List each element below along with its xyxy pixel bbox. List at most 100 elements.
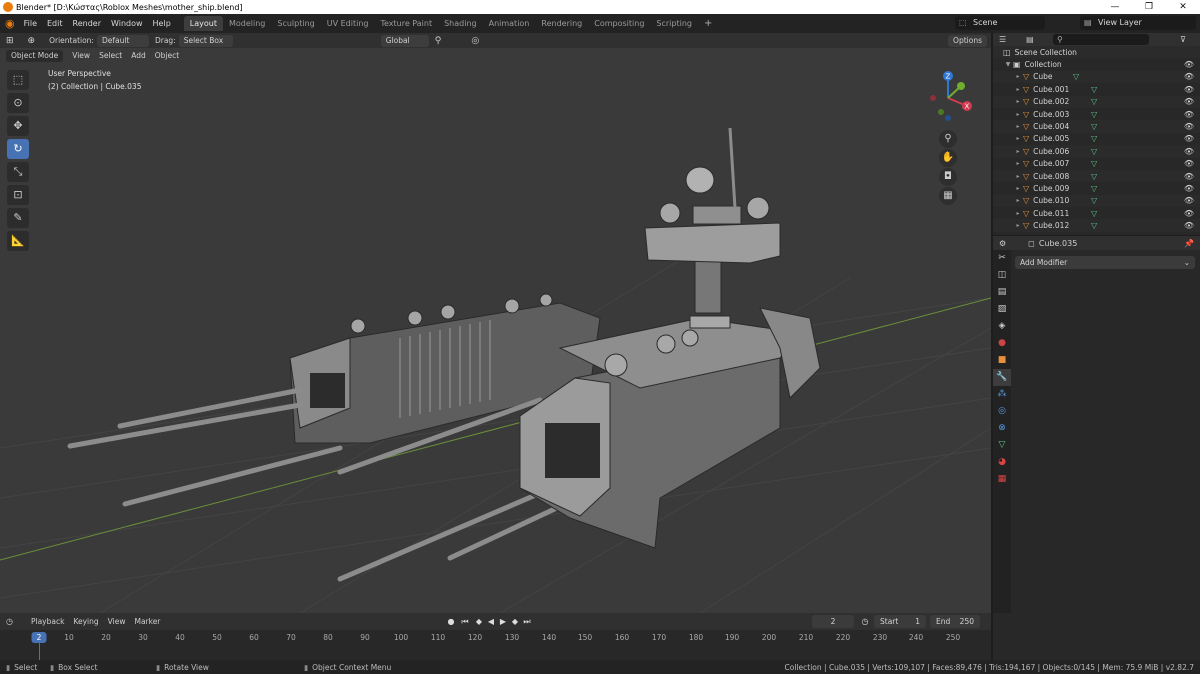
clock-icon[interactable]: ◷ (860, 616, 870, 627)
jump-start-icon[interactable]: ⏮ (460, 616, 470, 627)
pan-hand-icon[interactable]: ✋ (939, 149, 957, 167)
add-workspace-button[interactable]: + (698, 18, 718, 29)
outliner-object[interactable]: ▸ ▽ Cube.006 ▽ 👁 (993, 145, 1200, 158)
menu-timeline-view[interactable]: View (108, 617, 126, 626)
record-icon[interactable]: ● (446, 616, 456, 627)
next-keyframe-icon[interactable]: ◆ (510, 616, 520, 627)
visibility-eye-icon[interactable]: 👁 (1184, 97, 1194, 106)
menu-select[interactable]: Select (99, 51, 122, 60)
visibility-eye-icon[interactable]: 👁 (1184, 134, 1194, 143)
outliner-object[interactable]: ▸ ▽ Cube.005 ▽ 👁 (993, 133, 1200, 145)
menu-marker[interactable]: Marker (134, 617, 160, 626)
measure-tool[interactable]: 📐 (7, 231, 29, 251)
tab-shading[interactable]: Shading (438, 16, 483, 31)
tab-animation[interactable]: Animation (483, 16, 536, 31)
visibility-eye-icon[interactable]: 👁 (1184, 221, 1194, 230)
3d-viewport[interactable]: Object Mode View Select Add Object User … (0, 48, 991, 613)
display-mode-icon[interactable]: ▤ (1026, 35, 1034, 44)
menu-add[interactable]: Add (131, 51, 146, 60)
menu-view[interactable]: View (72, 51, 90, 60)
menu-keying[interactable]: Keying (73, 617, 98, 626)
jump-end-icon[interactable]: ⏭ (522, 616, 532, 627)
outliner-object[interactable]: ▸ ▽ Cube.012 ▽ 👁 (993, 219, 1200, 232)
end-frame-field[interactable]: End 250 (930, 615, 980, 628)
outliner-object[interactable]: ▸ ▽ Cube.002 ▽ 👁 (993, 95, 1200, 108)
cursor-tool[interactable]: ⊙ (7, 93, 29, 113)
proportional-edit-icon[interactable]: ◎ (471, 36, 479, 46)
data-tab-icon[interactable]: ▽ (993, 437, 1011, 454)
menu-file[interactable]: File (19, 19, 42, 28)
select-tool[interactable]: ⬚ (7, 70, 29, 90)
menu-help[interactable]: Help (148, 19, 176, 28)
transform-orientation-dropdown[interactable]: Global (380, 34, 429, 47)
y-axis-icon[interactable] (957, 82, 965, 90)
navigation-gizmo[interactable]: Z X ⚲ ✋ ◘ ▦ (921, 68, 981, 218)
visibility-eye-icon[interactable]: 👁 (1184, 196, 1194, 205)
minimize-button[interactable]: — (1098, 0, 1132, 14)
options-dropdown[interactable]: Options (948, 34, 987, 47)
orientation-dropdown[interactable]: Default (96, 34, 149, 47)
perspective-grid-icon[interactable]: ▦ (939, 187, 957, 205)
modifier-tab-icon[interactable]: 🔧 (993, 369, 1011, 386)
timeline-ruler[interactable]: 2 10 20 30 40 50 60 70 80 90 100 110 120… (0, 630, 991, 660)
visibility-eye-icon[interactable]: 👁 (1184, 184, 1194, 193)
tab-texture-paint[interactable]: Texture Paint (374, 16, 438, 31)
outliner-object[interactable]: ▸ ▽ Cube.007 ▽ 👁 (993, 158, 1200, 170)
outliner-object[interactable]: ▸ ▽ Cube.001 ▽ 👁 (993, 83, 1200, 95)
menu-render[interactable]: Render (68, 19, 106, 28)
filter-icon[interactable]: ⊽ (1180, 35, 1186, 44)
visibility-eye-icon[interactable]: 👁 (1184, 60, 1194, 69)
zoom-icon[interactable]: ⚲ (939, 130, 957, 148)
object-tab-icon[interactable]: ■ (993, 352, 1011, 369)
view-layer-tab-icon[interactable]: ▨ (993, 301, 1011, 318)
tab-sculpting[interactable]: Sculpting (271, 16, 320, 31)
object-mode-dropdown[interactable]: Object Mode (6, 49, 64, 62)
maximize-button[interactable]: ❐ (1132, 0, 1166, 14)
tool-tab-icon[interactable]: ✂ (993, 250, 1011, 267)
scene-selector[interactable]: ⬚ Scene (955, 16, 1045, 30)
output-tab-icon[interactable]: ▤ (993, 284, 1011, 301)
outliner-object[interactable]: ▸ ▽ Cube.011 ▽ 👁 (993, 207, 1200, 219)
scene-tab-icon[interactable]: ◈ (993, 318, 1011, 335)
outliner-collection[interactable]: ▼ ▣ Collection 👁 (993, 58, 1200, 70)
move-tool[interactable]: ✥ (7, 116, 29, 136)
visibility-eye-icon[interactable]: 👁 (1184, 72, 1194, 81)
add-modifier-dropdown[interactable]: Add Modifier ⌄ (1015, 256, 1195, 269)
current-frame-field[interactable]: 2 (812, 615, 854, 628)
annotate-tool[interactable]: ✎ (7, 208, 29, 228)
pin-icon[interactable]: 📌 (1184, 239, 1194, 248)
close-button[interactable]: ✕ (1166, 0, 1200, 14)
tab-scripting[interactable]: Scripting (650, 16, 698, 31)
play-icon[interactable]: ▶ (498, 616, 508, 627)
transform-pivot-icon[interactable]: ⊕ (28, 36, 36, 46)
render-tab-icon[interactable]: ◫ (993, 267, 1011, 284)
prev-keyframe-icon[interactable]: ◆ (474, 616, 484, 627)
timeline-editor-icon[interactable]: ◷ (6, 617, 13, 626)
outliner-object[interactable]: ▸ ▽ Cube.008 ▽ 👁 (993, 169, 1200, 183)
start-frame-field[interactable]: Start 1 (874, 615, 926, 628)
visibility-eye-icon[interactable]: 👁 (1184, 85, 1194, 94)
tab-layout[interactable]: Layout (183, 16, 223, 31)
outliner-object[interactable]: ▸ ▽ Cube.010 ▽ 👁 (993, 194, 1200, 208)
scale-tool[interactable]: ⤡ (7, 162, 29, 182)
material-tab-icon[interactable]: ◕ (993, 454, 1011, 471)
texture-tab-icon[interactable]: ▦ (993, 471, 1011, 488)
outliner-search-input[interactable]: ⚲ (1053, 34, 1149, 45)
menu-playback[interactable]: Playback (31, 617, 64, 626)
tab-rendering[interactable]: Rendering (535, 16, 588, 31)
menu-edit[interactable]: Edit (42, 19, 68, 28)
tab-modeling[interactable]: Modeling (223, 16, 271, 31)
blender-logo-icon[interactable]: ◉ (0, 17, 19, 30)
visibility-eye-icon[interactable]: 👁 (1184, 209, 1194, 218)
rotate-tool[interactable]: ↻ (7, 139, 29, 159)
outliner-object[interactable]: ▸ ▽ Cube ▽ 👁 (993, 70, 1200, 84)
constraints-tab-icon[interactable]: ⊗ (993, 420, 1011, 437)
particles-tab-icon[interactable]: ⁂ (993, 386, 1011, 403)
menu-object[interactable]: Object (155, 51, 179, 60)
menu-window[interactable]: Window (106, 19, 148, 28)
physics-tab-icon[interactable]: ◎ (993, 403, 1011, 420)
transform-tool[interactable]: ⊡ (7, 185, 29, 205)
camera-icon[interactable]: ◘ (939, 168, 957, 186)
outliner-object[interactable]: ▸ ▽ Cube.004 ▽ 👁 (993, 120, 1200, 133)
tab-uv-editing[interactable]: UV Editing (321, 16, 375, 31)
